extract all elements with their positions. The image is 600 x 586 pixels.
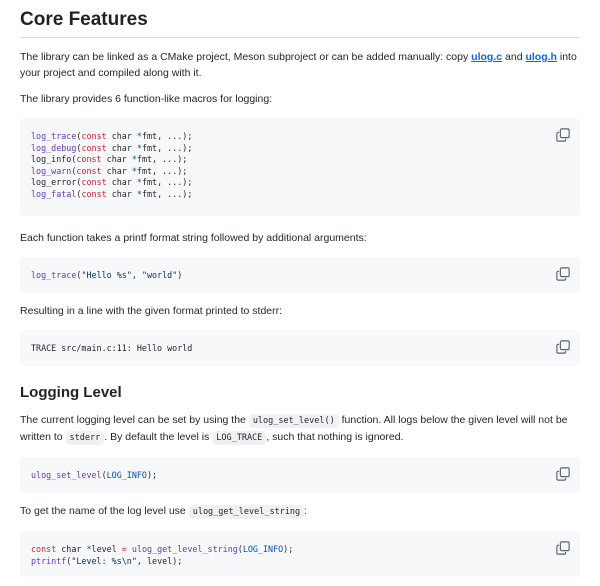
- code-line: log_fatal(const char *fmt, ...);: [31, 188, 193, 199]
- code-line: log_error(const char *fmt, ...);: [31, 177, 193, 187]
- code-line: const char *level = ulog_get_level_strin…: [31, 544, 294, 554]
- code-block-example: log_trace("Hello %s", "world"): [20, 257, 580, 293]
- copy-icon[interactable]: [556, 541, 570, 555]
- paragraph-logging-level: The current logging level can be set by …: [20, 414, 568, 445]
- code-set-level: ulog_set_level(LOG_INFO);: [31, 470, 158, 480]
- heading-core-features: Core Features: [20, 0, 580, 38]
- paragraph-result: Resulting in a line with the given forma…: [20, 305, 283, 317]
- link-ulog-h[interactable]: ulog.h: [525, 51, 557, 63]
- code-line: log_info(const char *fmt, ...);: [31, 154, 188, 164]
- copy-icon[interactable]: [556, 128, 570, 142]
- code-block-macros: log_trace(const char *fmt, ...); log_deb…: [20, 118, 580, 216]
- heading-logging-level: Logging Level: [20, 384, 122, 401]
- paragraph-printf: Each function takes a printf format stri…: [20, 232, 367, 244]
- paragraph-linking: The library can be linked as a CMake pro…: [20, 51, 577, 79]
- code-line: ptrintf("Level: %s\n", level);: [31, 555, 183, 566]
- paragraph-level-string: To get the name of the log level use ulo…: [20, 505, 308, 519]
- code-macros: log_trace(const char *fmt, ...); log_deb…: [31, 131, 569, 200]
- code-output: TRACE src/main.c:11: Hello world: [31, 343, 193, 353]
- code-line: log_trace(const char *fmt, ...);: [31, 131, 193, 141]
- inline-code-get-level-string: ulog_get_level_string: [188, 505, 305, 519]
- paragraph-macros-intro: The library provides 6 function-like mac…: [20, 93, 273, 105]
- code-line: log_debug(const char *fmt, ...);: [31, 142, 193, 153]
- copy-icon[interactable]: [556, 267, 570, 281]
- code-example: log_trace("Hello %s", "world"): [31, 270, 183, 280]
- inline-code-stderr: stderr: [65, 431, 105, 445]
- code-get-level: const char *level = ulog_get_level_strin…: [31, 544, 569, 567]
- link-ulog-c[interactable]: ulog.c: [471, 51, 502, 63]
- readme-content: Core Features The library can be linked …: [0, 0, 600, 577]
- code-line: log_warn(const char *fmt, ...);: [31, 165, 188, 176]
- code-block-get-level: const char *level = ulog_get_level_strin…: [20, 531, 580, 577]
- code-block-set-level: ulog_set_level(LOG_INFO);: [20, 457, 580, 493]
- inline-code-set-level: ulog_set_level(): [248, 414, 339, 428]
- copy-icon[interactable]: [556, 467, 570, 481]
- inline-code-log-trace: LOG_TRACE: [212, 431, 267, 445]
- code-block-output: TRACE src/main.c:11: Hello world: [20, 330, 580, 366]
- copy-icon[interactable]: [556, 340, 570, 354]
